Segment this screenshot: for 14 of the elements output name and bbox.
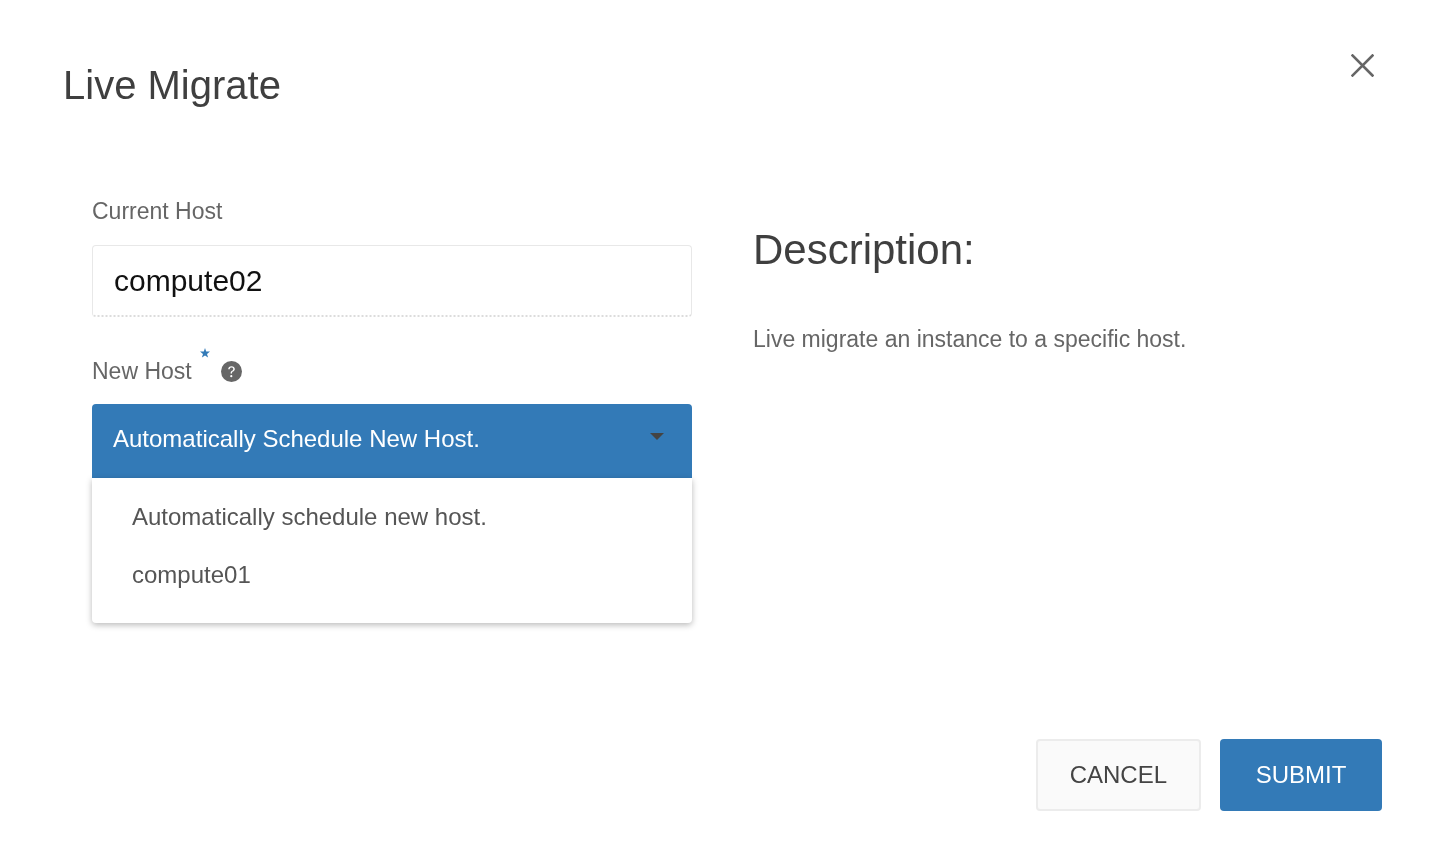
field-label: Current Host [92,197,224,226]
current-host-field[interactable]: compute02 [92,245,692,317]
dialog-title: Live Migrate [63,62,281,109]
host-select[interactable]: Automatically Schedule New Host. [92,404,692,478]
cancel-button[interactable]: CANCEL [1035,739,1201,811]
dropdown-option[interactable]: Automatically schedule new host. [92,488,692,546]
description-text: Live migrate an instance to a specific host. [753,325,1187,354]
help-icon[interactable] [220,360,242,382]
caret-icon [650,432,664,440]
field-label: New Host [92,357,192,386]
close-icon[interactable] [1351,54,1374,77]
description-heading: Description: [753,225,975,275]
submit-button[interactable]: SUBMIT [1220,739,1382,811]
dropdown-option[interactable]: compute01 [92,546,692,604]
